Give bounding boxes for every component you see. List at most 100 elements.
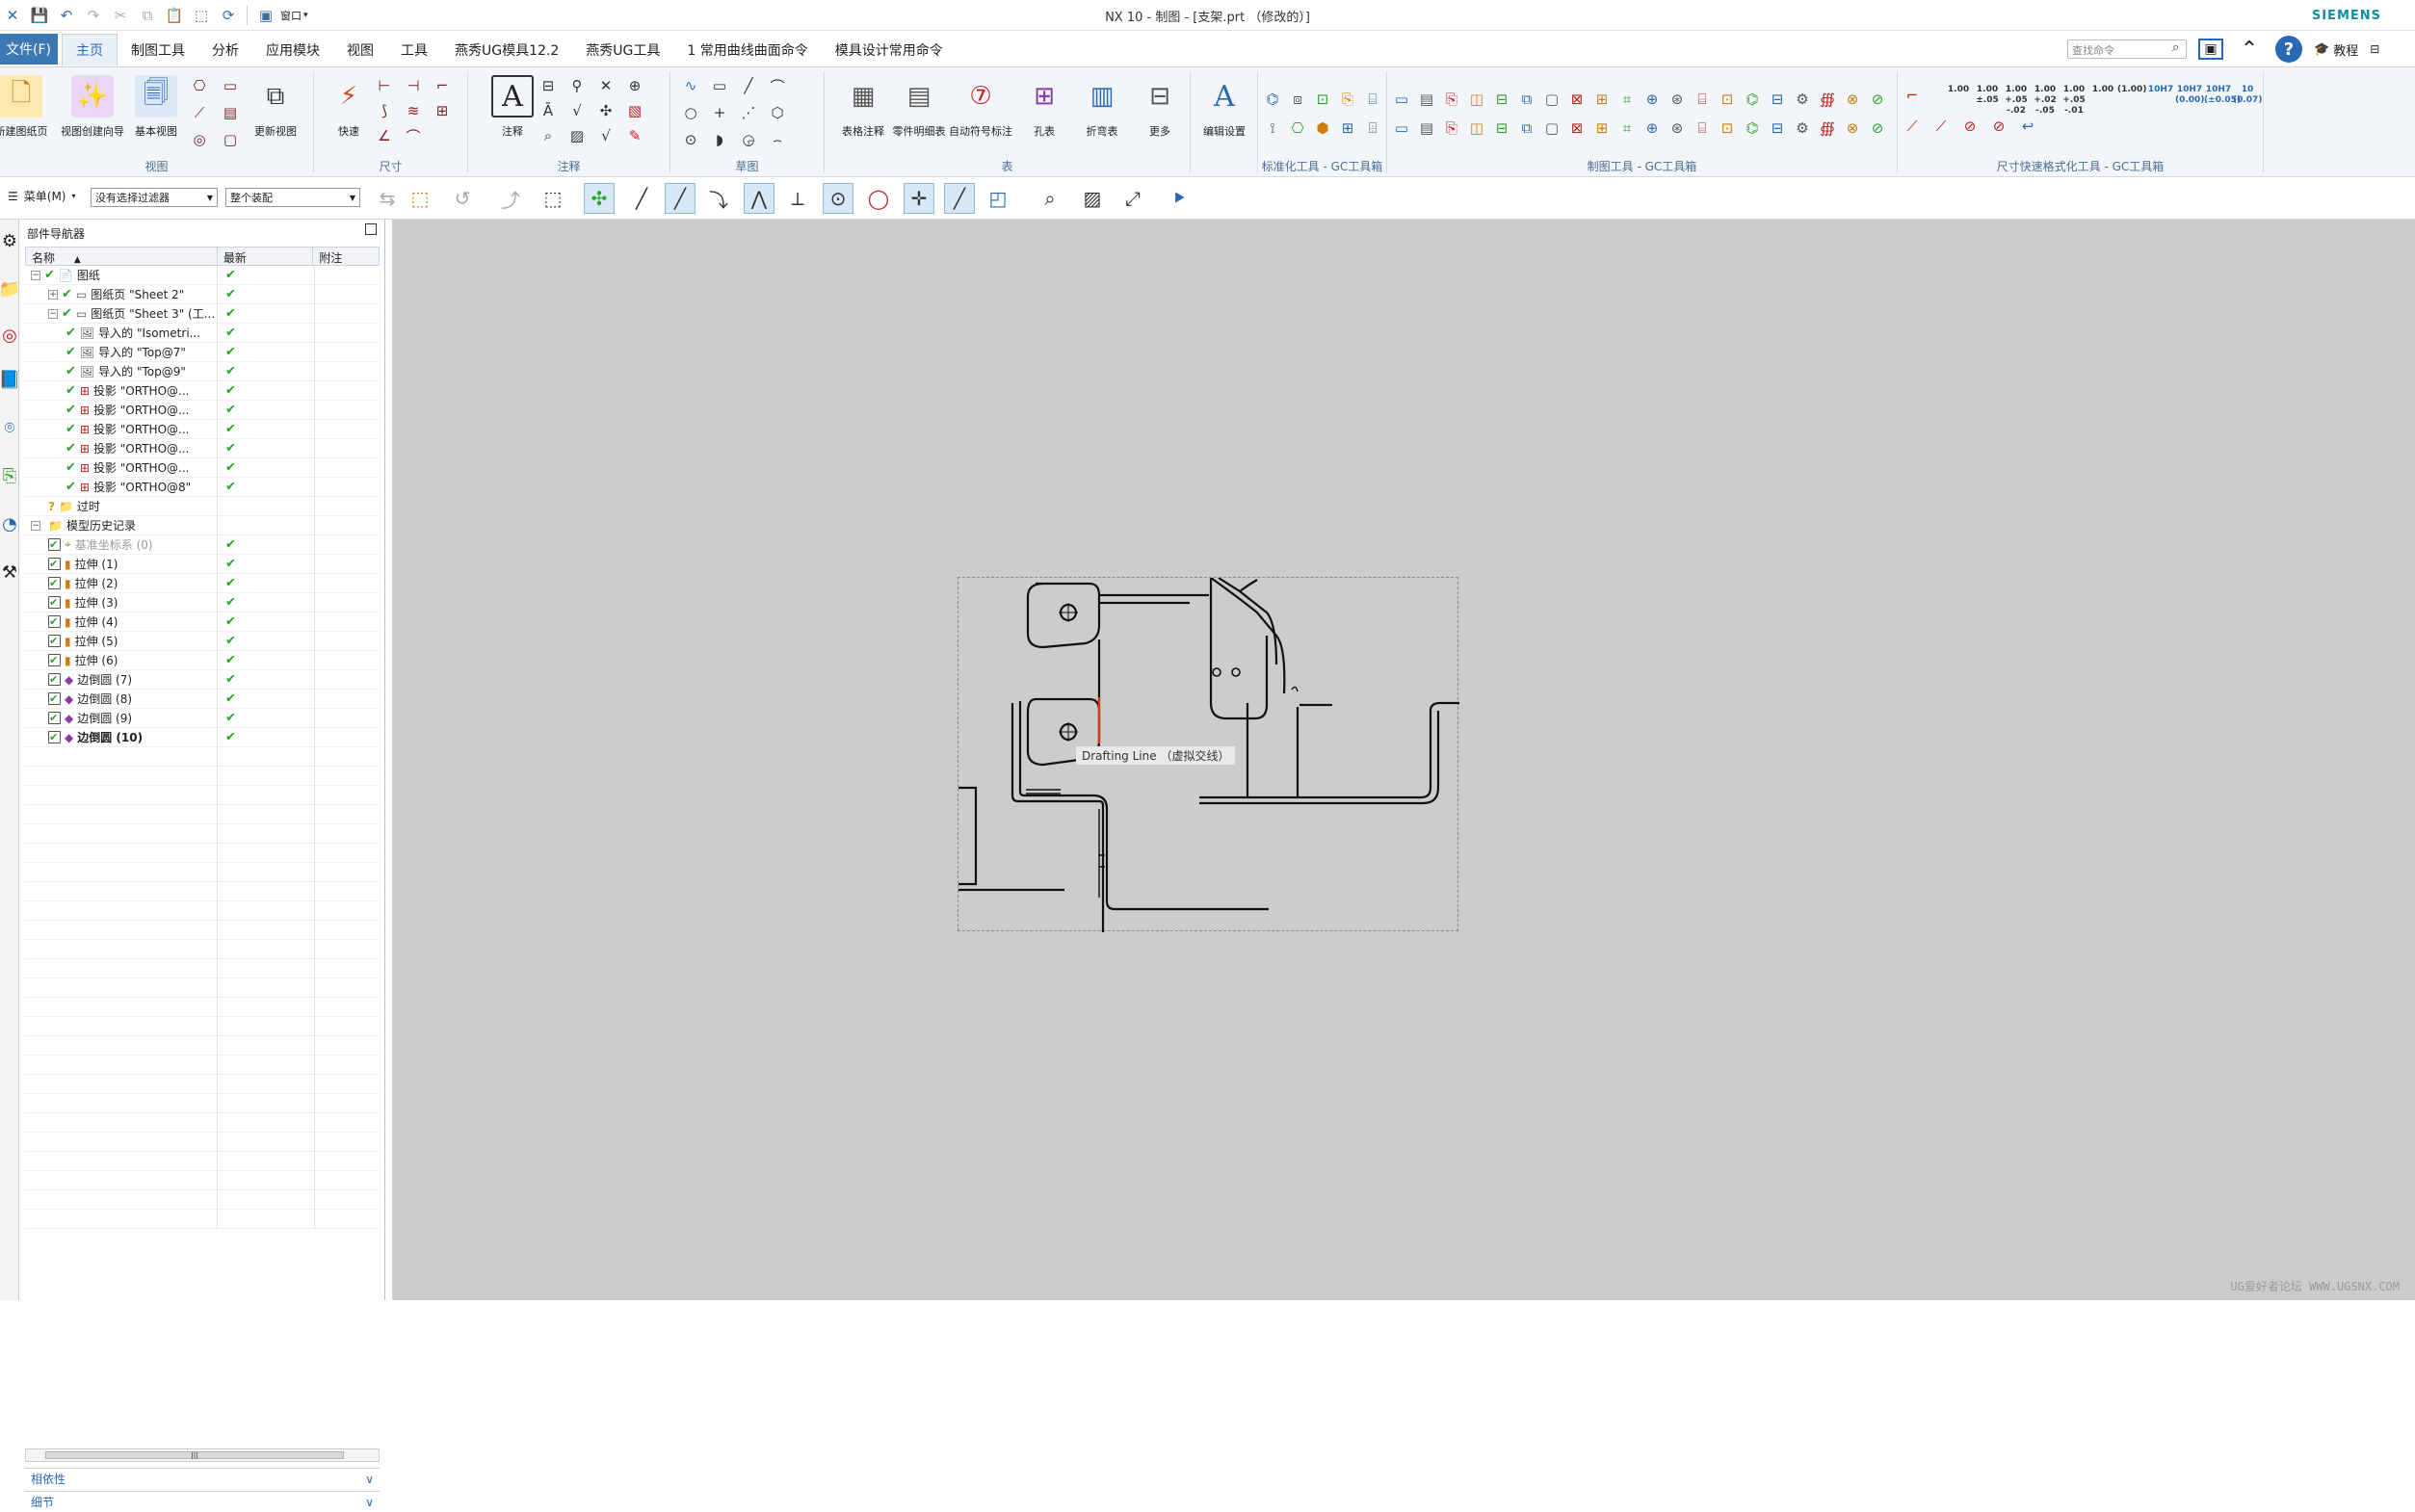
- chamfer-icon[interactable]: ◗: [709, 129, 730, 150]
- zoom-window-icon[interactable]: ⌕: [1035, 183, 1065, 214]
- tolerance-format-button[interactable]: 1.00: [1944, 85, 1973, 95]
- tab-3[interactable]: 应用模块: [252, 34, 333, 65]
- tab-2[interactable]: 分析: [198, 34, 252, 65]
- tree-row[interactable]: ✔ ◆ 边倒圆 (8) ✔: [25, 690, 380, 709]
- expand-toggle-icon[interactable]: −: [31, 520, 40, 531]
- image-icon[interactable]: ▨: [566, 125, 588, 146]
- draft-tool-icon[interactable]: ⧉: [1516, 89, 1537, 110]
- draft-tool-icon[interactable]: ⊠: [1566, 89, 1588, 110]
- ribbon-collapse-icon[interactable]: ⌃: [2235, 36, 2264, 63]
- roles-icon[interactable]: ⚒: [0, 557, 19, 587]
- command-search-input[interactable]: 查找命令: [2067, 39, 2187, 59]
- crosshair-icon[interactable]: ⊕: [624, 75, 645, 96]
- draft-tool-icon[interactable]: ⌬: [1742, 89, 1763, 110]
- general-select-icon[interactable]: ⇆: [372, 183, 403, 214]
- draft-tool-icon[interactable]: ▭: [1391, 117, 1412, 139]
- circle-icon[interactable]: ○: [680, 102, 701, 123]
- parts-list-button[interactable]: ▤ 零件明细表: [888, 75, 950, 154]
- check-icon[interactable]: ✔: [66, 383, 76, 398]
- feature-control-icon[interactable]: ⊟: [538, 75, 559, 96]
- std-tool-icon[interactable]: ⊡: [1312, 89, 1333, 110]
- tolerance-format-button[interactable]: 1.00: [2088, 85, 2117, 95]
- update-view-button[interactable]: ⧉ 更新视图: [245, 75, 306, 154]
- selection-scope-select[interactable]: 整个装配 ▼: [225, 188, 360, 207]
- linear-dim-icon[interactable]: ⊢: [374, 75, 395, 96]
- draft-tool-icon[interactable]: ⊞: [1591, 117, 1613, 139]
- tab-5[interactable]: 工具: [387, 34, 441, 65]
- snap-surface-icon[interactable]: ◰: [983, 183, 1013, 214]
- graphics-window[interactable]: Drafting Line （虚拟交线） UG爱好者论坛 WWW.UGSNX.C…: [392, 220, 2415, 1300]
- dim-format-tool-icon[interactable]: ↩: [2017, 116, 2038, 137]
- tree-row[interactable]: + ✔ ▭ 图纸页 "Sheet 2" ✔: [25, 285, 380, 304]
- id-symbol-icon[interactable]: ⚲: [566, 75, 588, 96]
- weld-icon[interactable]: √: [595, 125, 617, 146]
- snap-center-icon[interactable]: ⊙: [823, 183, 853, 214]
- snap-end-icon[interactable]: ╱: [626, 183, 657, 214]
- dim-format-tool-icon[interactable]: ⊘: [1988, 116, 2009, 137]
- tolerance-format-button[interactable]: 10H7 (0.00): [2175, 85, 2204, 106]
- draft-tool-icon[interactable]: ⌬: [1742, 117, 1763, 139]
- edit-settings-button[interactable]: A 编辑设置: [1194, 75, 1255, 154]
- orient-icon[interactable]: ⯈: [1164, 183, 1194, 214]
- snap-point-icon[interactable]: ✣: [584, 183, 615, 214]
- tree-row[interactable]: ✔ ⊞ 投影 "ORTHO@... ✔: [25, 439, 380, 458]
- collapse-icon[interactable]: [365, 223, 377, 235]
- tree-row[interactable]: − ✔ ▭ 图纸页 "Sheet 3" (工... ✔: [25, 304, 380, 324]
- deselect-icon[interactable]: ↺: [447, 183, 478, 214]
- base-view-button[interactable]: 🗐 基本视图: [125, 75, 187, 154]
- draft-tool-icon[interactable]: ⧉: [1516, 117, 1537, 139]
- file-menu[interactable]: 文件(F): [0, 34, 58, 65]
- draft-tool-icon[interactable]: ⌸: [1692, 117, 1713, 139]
- dim-format-tool-icon[interactable]: ⊘: [1959, 116, 1981, 137]
- std-tool-icon[interactable]: ⎘: [1337, 89, 1358, 110]
- draft-tool-icon[interactable]: ⊟: [1767, 89, 1788, 110]
- tolerance-format-button[interactable]: 1.00 +.02 -.05: [2031, 85, 2060, 117]
- draft-tool-icon[interactable]: ⊕: [1641, 89, 1663, 110]
- draft-tool-icon[interactable]: ⊞: [1591, 89, 1613, 110]
- search-symbol-icon[interactable]: ⌕: [538, 125, 559, 146]
- std-tool-icon[interactable]: ⌬: [1262, 89, 1283, 110]
- draft-tool-icon[interactable]: ⊗: [1842, 89, 1863, 110]
- tab-4[interactable]: 视图: [333, 34, 387, 65]
- expand-toggle-icon[interactable]: −: [31, 270, 40, 280]
- tree-row[interactable]: ✔ ⊞ 投影 "ORTHO@... ✔: [25, 420, 380, 439]
- quick-dimension-button[interactable]: ⚡ 快速: [318, 75, 380, 154]
- std-tool-icon[interactable]: ⊞: [1337, 117, 1358, 139]
- datum-feature-icon[interactable]: Ā: [538, 100, 559, 121]
- check-icon[interactable]: ✔: [66, 460, 76, 475]
- tutorial-button[interactable]: 🎓 教程: [2314, 40, 2358, 59]
- profile-icon[interactable]: ∿: [680, 75, 701, 96]
- draft-tool-icon[interactable]: ∰: [1817, 89, 1838, 110]
- tree-row[interactable]: ✔ ⌖ 基准坐标系 (0) ✔: [25, 535, 380, 555]
- expand-toggle-icon[interactable]: −: [48, 308, 58, 319]
- tree-row[interactable]: ✔ ▮ 拉伸 (4) ✔: [25, 613, 380, 632]
- tree-row[interactable]: ✔ ⊞ 投影 "ORTHO@8" ✔: [25, 478, 380, 497]
- check-icon[interactable]: ✔: [66, 345, 76, 359]
- tolerance-format-button[interactable]: (1.00): [2117, 85, 2146, 95]
- tab-7[interactable]: 燕秀UG工具: [572, 34, 673, 65]
- draft-tool-icon[interactable]: ⊠: [1566, 117, 1588, 139]
- rectangle-icon[interactable]: ▭: [709, 75, 730, 96]
- tab-0[interactable]: 主页: [62, 34, 118, 65]
- tree-row[interactable]: ✔ ⊞ 投影 "ORTHO@... ✔: [25, 401, 380, 420]
- tree-row[interactable]: − 📁 模型历史记录: [25, 516, 380, 535]
- fillet-icon[interactable]: ⊙: [680, 129, 701, 150]
- fullscreen-icon[interactable]: ▣: [2198, 39, 2223, 60]
- search-icon[interactable]: ⌕: [2172, 40, 2179, 55]
- note-button[interactable]: A 注释: [482, 75, 543, 154]
- tree-row[interactable]: ✔ ▮ 拉伸 (6) ✔: [25, 651, 380, 670]
- extend-icon[interactable]: ⌢: [767, 129, 788, 150]
- draft-tool-icon[interactable]: ⚙: [1792, 89, 1813, 110]
- draft-tool-icon[interactable]: ⊛: [1667, 89, 1688, 110]
- check-icon[interactable]: ✔: [62, 306, 72, 321]
- arc-icon[interactable]: ⌒: [767, 75, 788, 96]
- tolerance-format-button[interactable]: 1.00 +.05 -.01: [2060, 85, 2088, 117]
- snap-mid-icon[interactable]: ╱: [665, 183, 696, 214]
- visibility-checkbox[interactable]: ✔: [48, 654, 61, 666]
- menu-button[interactable]: ☰ 菜单(M) ▾: [8, 188, 76, 204]
- dim-format-tool-icon[interactable]: ⌐: [1902, 85, 1923, 106]
- tree-row[interactable]: ✔ 🖼 导入的 "Top@7" ✔: [25, 343, 380, 362]
- draft-tool-icon[interactable]: ▤: [1416, 89, 1437, 110]
- draft-tool-icon[interactable]: ⌸: [1692, 89, 1713, 110]
- part-navigator-icon[interactable]: ◎: [0, 320, 19, 351]
